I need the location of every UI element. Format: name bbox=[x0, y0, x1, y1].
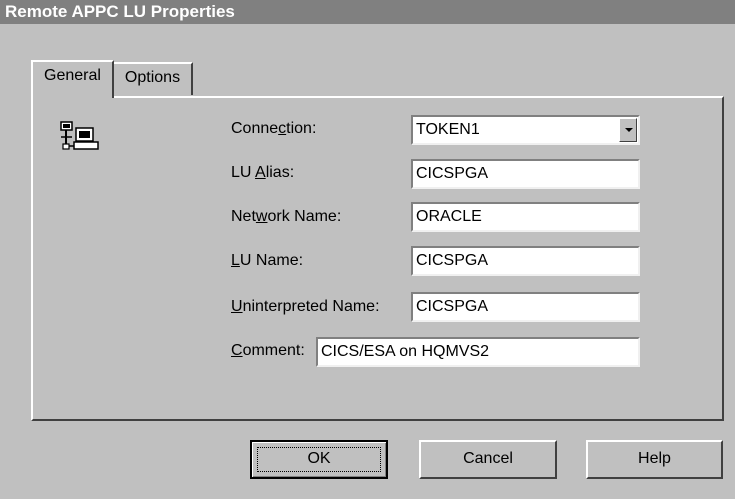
help-button[interactable]: Help bbox=[586, 440, 723, 479]
comment-label: Comment: bbox=[231, 342, 305, 359]
ok-button[interactable]: OK bbox=[250, 440, 388, 479]
tab-options[interactable]: Options bbox=[114, 62, 193, 95]
lu-name-label: LU Name: bbox=[231, 252, 304, 269]
connection-value: TOKEN1 bbox=[416, 121, 480, 138]
comment-value: CICS/ESA on HQMVS2 bbox=[321, 343, 490, 360]
tab-options-label: Options bbox=[124, 69, 181, 86]
network-computer-icon bbox=[60, 121, 99, 150]
lu-alias-input[interactable]: CICSPGA bbox=[411, 159, 640, 189]
tab-general-label: General bbox=[44, 67, 101, 84]
network-name-value: ORACLE bbox=[416, 208, 482, 225]
lu-name-input[interactable]: CICSPGA bbox=[411, 246, 640, 276]
lu-alias-value: CICSPGA bbox=[416, 165, 489, 182]
network-name-label: Network Name: bbox=[231, 208, 342, 225]
network-name-input[interactable]: ORACLE bbox=[411, 202, 640, 232]
chevron-down-icon[interactable] bbox=[619, 118, 637, 142]
ok-button-label: OK bbox=[307, 450, 331, 467]
uninterpreted-name-label: Uninterpreted Name: bbox=[231, 298, 380, 315]
connection-label: Connection: bbox=[231, 120, 317, 137]
cancel-button[interactable]: Cancel bbox=[419, 440, 557, 479]
connection-combobox[interactable]: TOKEN1 bbox=[411, 115, 640, 145]
title-bar: Remote APPC LU Properties bbox=[0, 0, 735, 24]
uninterpreted-name-value: CICSPGA bbox=[416, 298, 489, 315]
help-button-label: Help bbox=[638, 450, 671, 467]
window-title: Remote APPC LU Properties bbox=[5, 2, 235, 21]
lu-name-value: CICSPGA bbox=[416, 252, 489, 269]
lu-alias-label: LU Alias: bbox=[231, 164, 295, 181]
comment-input[interactable]: CICS/ESA on HQMVS2 bbox=[316, 337, 640, 367]
tab-general[interactable]: General bbox=[31, 60, 114, 98]
uninterpreted-name-input[interactable]: CICSPGA bbox=[411, 292, 640, 322]
cancel-button-label: Cancel bbox=[463, 450, 513, 467]
